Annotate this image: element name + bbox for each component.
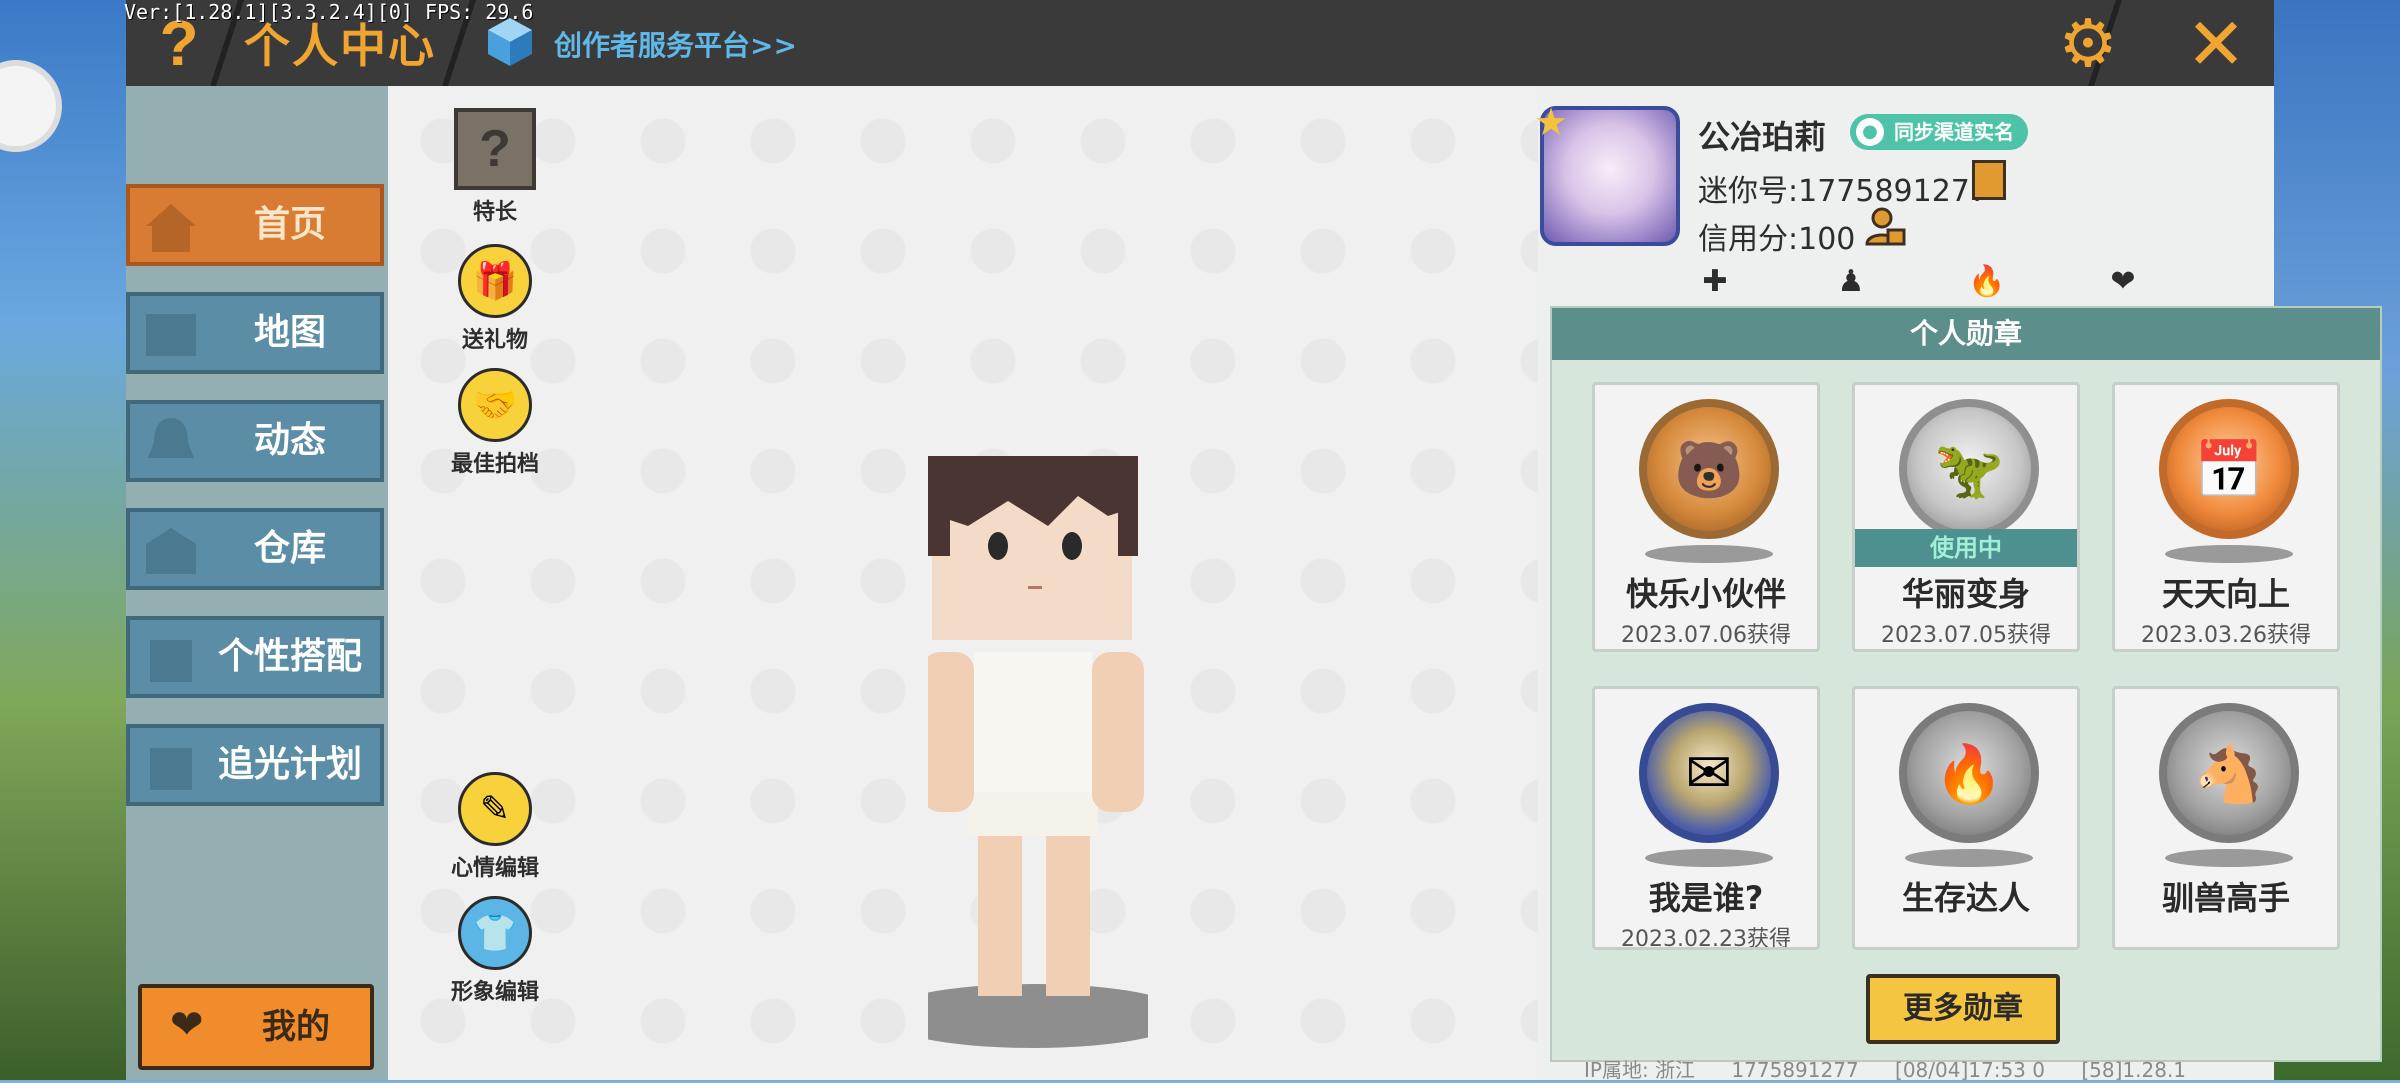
badge-name: 华丽变身: [1901, 575, 2030, 613]
personal-center-panel: ? 个人中心 创作者服务平台>> ⚙ ✕ 首页 地图 动态 仓库 个性搭配 追光…: [126, 0, 2382, 1083]
popularity-stat[interactable]: 🔥200: [1968, 262, 2025, 339]
badge-medal-icon: 🦖: [1899, 399, 2039, 539]
fans-stat[interactable]: ♟0: [1834, 262, 1874, 339]
badge-card[interactable]: 🐻 快乐小伙伴 2023.07.06获得: [1592, 382, 1820, 652]
debug-version-text: Ver:[1.28.1][3.3.2.4][0] FPS: 29.6: [124, 0, 534, 24]
mood-edit-label: 心情编辑: [450, 856, 539, 881]
image-edit-button[interactable]: 👕 形象编辑: [440, 896, 550, 1006]
badge-name: 快乐小伙伴: [1625, 575, 1786, 613]
verify-badge[interactable]: ● 同步渠道实名: [1850, 114, 2028, 150]
clothes-icon: 👕: [458, 896, 532, 970]
badge-card[interactable]: ✉ 我是谁? 2023.02.23获得: [1592, 686, 1820, 950]
best-partner-button[interactable]: 🤝 最佳拍档: [440, 368, 550, 478]
user-icon: ●: [1856, 118, 1884, 146]
user-name: 公冶珀莉: [1698, 118, 1827, 156]
specialty-label: 特长: [472, 200, 517, 225]
like-icon: ✚: [1702, 264, 1728, 299]
question-icon: ?: [454, 108, 536, 190]
outfit-icon: [150, 640, 192, 682]
sidebar-item-activity[interactable]: 动态: [126, 400, 384, 482]
mood-edit-button[interactable]: ✎ 心情编辑: [440, 772, 550, 882]
footer-uid: 1775891277: [1731, 1058, 1859, 1082]
badge-medal-icon: 🐴: [2159, 703, 2299, 843]
creator-platform-link[interactable]: 创作者服务平台>>: [554, 24, 797, 64]
heart-icon: ❤: [170, 1002, 204, 1048]
home-icon: [146, 204, 196, 252]
hearts-icon: ❤: [2110, 264, 2136, 299]
sidebar-item-map[interactable]: 地图: [126, 292, 384, 374]
credit-score: 信用分:100: [1698, 222, 1856, 257]
copy-icon[interactable]: [1972, 160, 2006, 200]
fire-icon: 🔥: [1968, 264, 2006, 299]
friends-stat[interactable]: ❤1: [2106, 262, 2146, 339]
best-partner-label: 最佳拍档: [450, 452, 539, 477]
badge-name: 天天向上: [2161, 575, 2290, 613]
badge-card[interactable]: 🐴 驯兽高手: [2112, 686, 2340, 950]
badge-name: 我是谁?: [1648, 879, 1764, 917]
badge-medal-icon: 🐻: [1639, 399, 1779, 539]
footer-version: [58]1.28.1: [2081, 1058, 2187, 1082]
sidebar-item-warehouse[interactable]: 仓库: [126, 508, 384, 590]
badge-medal-icon: 📅: [2159, 399, 2299, 539]
mine-button-label: 我的: [262, 1007, 330, 1047]
badge-date: 2023.02.23获得: [1621, 927, 1791, 950]
sidebar-item-chase-light[interactable]: 追光计划: [126, 724, 384, 806]
player-avatar[interactable]: [928, 456, 1148, 1076]
send-gift-button[interactable]: 🎁 送礼物: [440, 244, 550, 354]
badge-date: 2023.03.26获得: [2141, 623, 2311, 648]
badge-shadow: [2165, 849, 2293, 867]
star-icon: ★: [1534, 100, 1569, 144]
image-edit-label: 形象编辑: [450, 980, 539, 1005]
mine-button[interactable]: ❤ 我的: [138, 984, 374, 1070]
sidebar-item-outfit[interactable]: 个性搭配: [126, 616, 384, 698]
sidebar-item-label: 追光计划: [217, 744, 362, 785]
in-use-label: 使用中: [1855, 529, 2077, 567]
edit-icon: ✎: [458, 772, 532, 846]
gift-icon: 🎁: [458, 244, 532, 318]
footer-info: IP属地: 浙江 1775891277 [08/04]17:53 0 [58]1…: [1584, 1054, 2216, 1083]
warehouse-icon: [146, 528, 196, 574]
badge-shadow: [1645, 849, 1773, 867]
handshake-icon: 🤝: [458, 368, 532, 442]
badge-card[interactable]: 🔥 生存达人: [1852, 686, 2080, 950]
sidebar-item-label: 个性搭配: [217, 636, 362, 677]
bell-icon: [148, 418, 194, 458]
badge-date: 2023.07.05获得: [1881, 623, 2051, 648]
badge-date: 2023.07.06获得: [1621, 623, 1791, 648]
sidebar-item-label: 动态: [253, 420, 326, 461]
badge-card[interactable]: 🦖 使用中 华丽变身 2023.07.05获得: [1852, 382, 2080, 652]
sidebar-item-home[interactable]: 首页: [126, 184, 384, 266]
avatar[interactable]: ★: [1534, 100, 1680, 246]
mini-id: 迷你号:1775891277: [1698, 174, 1989, 209]
map-icon: [146, 314, 196, 356]
chase-light-icon: [150, 748, 192, 790]
badge-name: 驯兽高手: [2161, 879, 2290, 917]
badge-medal-icon: ✉: [1639, 703, 1779, 843]
close-icon[interactable]: ✕: [2176, 4, 2256, 84]
send-gift-label: 送礼物: [461, 328, 528, 353]
badge-shadow: [1645, 545, 1773, 563]
badge-header: 个人勋章: [1552, 308, 2380, 360]
sidebar-item-label: 地图: [253, 312, 326, 353]
likes-stat[interactable]: ✚20: [1698, 262, 1738, 339]
badge-panel: 个人勋章 🐻 快乐小伙伴 2023.07.06获得 🦖 使用中 华丽变身 202…: [1550, 306, 2382, 1062]
verify-label: 同步渠道实名: [1894, 120, 2014, 144]
badge-shadow: [2165, 545, 2293, 563]
sidebar-item-label: 首页: [253, 204, 326, 245]
sidebar-item-label: 仓库: [253, 528, 326, 569]
badge-card[interactable]: 📅 天天向上 2023.03.26获得: [2112, 382, 2340, 652]
fans-icon: ♟: [1837, 264, 1865, 299]
gear-icon[interactable]: ⚙: [2052, 8, 2124, 80]
specialty-button[interactable]: ? 特长: [440, 108, 550, 226]
avatar-stage: ? 特长 🎁 送礼物 🤝 最佳拍档 ✎ 心情编辑 👕 形象编辑: [388, 86, 1538, 1080]
badge-name: 生存达人: [1901, 879, 2030, 917]
ip-location: IP属地: 浙江: [1584, 1058, 1696, 1082]
badge-medal-icon: 🔥: [1899, 703, 2039, 843]
credit-info-icon[interactable]: [1864, 206, 1906, 248]
badge-shadow: [1905, 849, 2033, 867]
footer-time: [08/04]17:53 0: [1895, 1058, 2045, 1082]
game-background-left: [0, 0, 140, 1080]
more-badges-button[interactable]: 更多勋章: [1866, 974, 2060, 1044]
sidebar: 首页 地图 动态 仓库 个性搭配 追光计划 ❤ 我的: [126, 86, 388, 1080]
